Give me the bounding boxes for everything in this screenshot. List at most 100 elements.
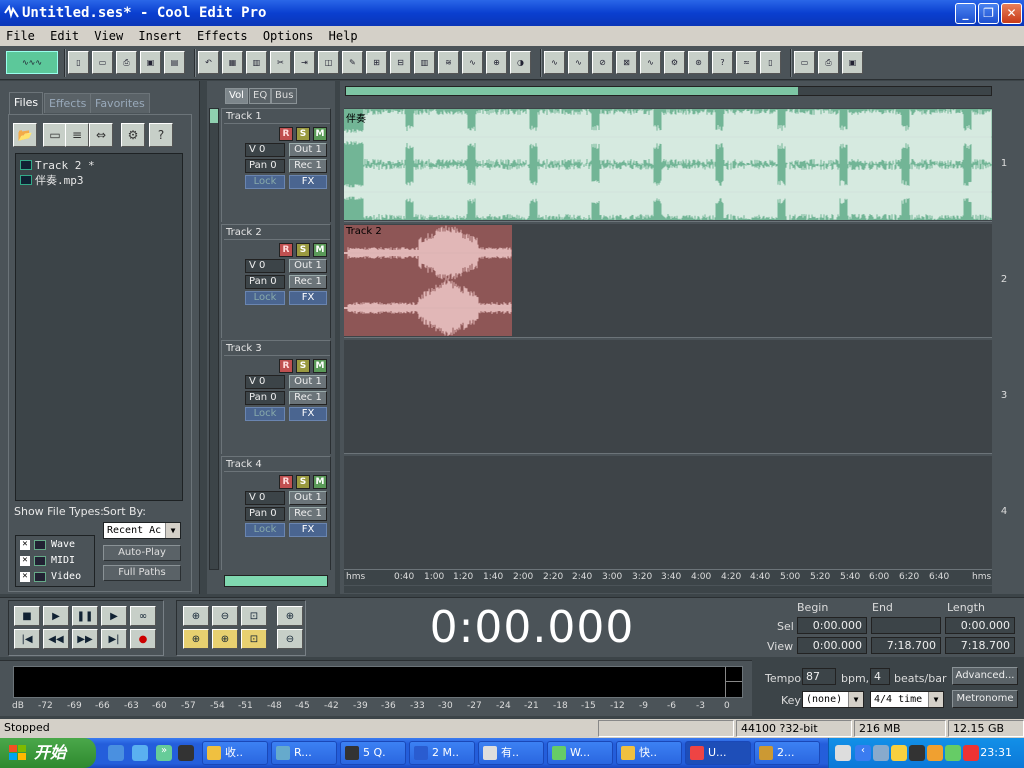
- track-name[interactable]: Track 3: [224, 342, 330, 356]
- loop-icon[interactable]: ∞: [130, 606, 156, 626]
- menu-file[interactable]: File: [2, 26, 39, 46]
- sel-length-field[interactable]: 0:00.000: [945, 617, 1015, 634]
- record-input-button[interactable]: Rec 1: [289, 391, 327, 405]
- play-to-end-icon[interactable]: ▶: [101, 606, 127, 626]
- solo-button[interactable]: S: [296, 243, 310, 257]
- help-icon[interactable]: ∿: [640, 51, 661, 74]
- zoom-full-icon[interactable]: ⊡: [241, 606, 267, 626]
- menu-edit[interactable]: Edit: [46, 26, 83, 46]
- tab-eq[interactable]: EQ: [249, 88, 272, 104]
- mute-button[interactable]: M: [313, 127, 327, 141]
- track-scroll-bar[interactable]: [224, 575, 328, 587]
- volume-field[interactable]: V 0: [245, 259, 285, 273]
- sel-end-field[interactable]: [871, 617, 941, 634]
- zoom-selection-icon[interactable]: ⊡: [241, 629, 267, 649]
- view-end-field[interactable]: 7:18.700: [871, 637, 941, 654]
- audio-clip[interactable]: Track 2: [344, 225, 512, 336]
- cut-copy-icon[interactable]: ▦: [222, 51, 243, 74]
- session-overview[interactable]: [345, 86, 992, 96]
- fade-icon[interactable]: ≋: [438, 51, 459, 74]
- output-button[interactable]: Out 1: [289, 259, 327, 273]
- menu-help[interactable]: Help: [325, 26, 362, 46]
- view-begin-field[interactable]: 0:00.000: [797, 637, 867, 654]
- tool-icon[interactable]: ▯: [760, 51, 781, 74]
- taskbar-item[interactable]: U...: [685, 741, 751, 765]
- record-arm-button[interactable]: R: [279, 475, 293, 489]
- full-paths-button[interactable]: Full Paths: [103, 565, 181, 581]
- zoom-out-horizontal-icon[interactable]: ⊖: [212, 606, 238, 626]
- pan-field[interactable]: Pan 0: [245, 159, 285, 173]
- menu-effects[interactable]: Effects: [193, 26, 252, 46]
- volume-field[interactable]: V 0: [245, 143, 285, 157]
- start-button[interactable]: 开始: [0, 738, 96, 768]
- zoom-in-vertical-icon[interactable]: ⊕: [277, 606, 303, 626]
- checkbox-wave[interactable]: ✕ Wave: [20, 537, 94, 552]
- bpm-icon[interactable]: ∿: [544, 51, 565, 74]
- envelope-icon[interactable]: ◫: [318, 51, 339, 74]
- record-arm-button[interactable]: R: [279, 127, 293, 141]
- antivirus-icon[interactable]: [963, 745, 979, 761]
- vertical-scrollbar[interactable]: [209, 108, 219, 570]
- tool-icon[interactable]: ⊛: [688, 51, 709, 74]
- audio-clip[interactable]: 伴奏: [344, 109, 992, 220]
- mix-down-icon[interactable]: ✎: [342, 51, 363, 74]
- menu-insert[interactable]: Insert: [134, 26, 185, 46]
- wave-edit-mode-icon[interactable]: ∿∿∿: [6, 51, 58, 74]
- beats-field[interactable]: 4: [870, 668, 890, 685]
- tab-vol[interactable]: Vol: [225, 88, 248, 104]
- record-input-button[interactable]: Rec 1: [289, 507, 327, 521]
- tab-effects[interactable]: Effects: [44, 93, 92, 113]
- overview-range[interactable]: [346, 87, 798, 95]
- output-button[interactable]: Out 1: [289, 491, 327, 505]
- go-to-start-icon[interactable]: |◀: [14, 629, 40, 649]
- menu-view[interactable]: View: [90, 26, 127, 46]
- tool-icon[interactable]: ▣: [842, 51, 863, 74]
- sort-by-select[interactable]: Recent Ac ▼: [103, 522, 181, 539]
- tool-icon[interactable]: ⎙: [818, 51, 839, 74]
- metronome-button[interactable]: Metronome: [952, 690, 1018, 708]
- ie-icon[interactable]: [132, 745, 148, 761]
- help-icon[interactable]: ?: [149, 123, 173, 147]
- taskbar-item[interactable]: W...: [547, 741, 613, 765]
- file-list[interactable]: Track 2 * 伴奏.mp3: [15, 153, 183, 501]
- network-icon[interactable]: [873, 745, 889, 761]
- insert-file-icon[interactable]: ≡: [65, 123, 89, 147]
- taskbar-item[interactable]: 有..: [478, 741, 544, 765]
- play-icon[interactable]: ▶: [43, 606, 69, 626]
- open-folder-icon[interactable]: 📂: [13, 123, 37, 147]
- fx-button[interactable]: FX: [289, 291, 327, 305]
- new-file-icon[interactable]: ▯: [68, 51, 89, 74]
- record-icon[interactable]: ●: [130, 629, 156, 649]
- zoom-out-vertical-icon[interactable]: ⊖: [277, 629, 303, 649]
- pause-icon[interactable]: ❚❚: [72, 606, 98, 626]
- settings-icon[interactable]: ⚙: [121, 123, 145, 147]
- pan-field[interactable]: Pan 0: [245, 507, 285, 521]
- taskbar-item[interactable]: 2 M..: [409, 741, 475, 765]
- zoom-selection-right-icon[interactable]: ⊕: [212, 629, 238, 649]
- settings-icon[interactable]: ⊠: [616, 51, 637, 74]
- tab-bus[interactable]: Bus: [271, 88, 298, 104]
- fx-button[interactable]: FX: [289, 407, 327, 421]
- qq-icon[interactable]: [178, 745, 194, 761]
- advanced-button[interactable]: Advanced...: [952, 667, 1018, 685]
- track-name[interactable]: Track 1: [224, 110, 330, 124]
- save-icon[interactable]: ▣: [140, 51, 161, 74]
- checkbox-video[interactable]: ✕ Video: [20, 569, 94, 584]
- undo-icon[interactable]: ↶: [198, 51, 219, 74]
- mute-button[interactable]: M: [313, 243, 327, 257]
- taskbar-item[interactable]: 5 Q.: [340, 741, 406, 765]
- minimize-button[interactable]: _: [955, 3, 976, 24]
- track-lane[interactable]: [344, 456, 992, 570]
- pan-field[interactable]: Pan 0: [245, 391, 285, 405]
- multitrack-view[interactable]: hms 0:40 1:00 1:20 1:40 2:00 2:20 2:40 3:00 3:20 3…: [340, 81, 1024, 594]
- record-input-button[interactable]: Rec 1: [289, 159, 327, 173]
- go-to-end-icon[interactable]: ▶|: [101, 629, 127, 649]
- maximize-button[interactable]: ❐: [978, 3, 999, 24]
- select-icon[interactable]: ✂: [270, 51, 291, 74]
- taskbar-item[interactable]: R...: [271, 741, 337, 765]
- close-file-icon[interactable]: ▭: [43, 123, 67, 147]
- crossfade-icon[interactable]: ⊞: [366, 51, 387, 74]
- wet-dry-icon[interactable]: ⊕: [486, 51, 507, 74]
- chevron-right-icon[interactable]: »: [156, 745, 172, 761]
- list-item[interactable]: 伴奏.mp3: [20, 173, 178, 188]
